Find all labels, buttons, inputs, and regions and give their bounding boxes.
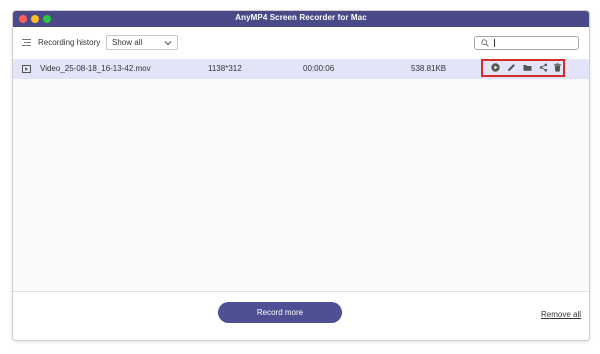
- recording-size: 538.81KB: [411, 64, 447, 73]
- recording-row[interactable]: Video_25-08-18_16-13-42.mov 1138*312 00:…: [13, 59, 589, 79]
- list-icon: [22, 39, 31, 46]
- chevron-down-icon: [164, 41, 172, 46]
- trash-icon[interactable]: [553, 63, 562, 72]
- recording-filename: Video_25-08-18_16-13-42.mov: [40, 64, 151, 73]
- share-icon[interactable]: [539, 63, 548, 72]
- video-file-icon: [22, 65, 31, 73]
- recording-list: Video_25-08-18_16-13-42.mov 1138*312 00:…: [13, 59, 589, 291]
- title-bar: AnyMP4 Screen Recorder for Mac: [13, 11, 589, 27]
- recording-duration: 00:00:06: [303, 64, 335, 73]
- search-icon: [481, 39, 489, 47]
- window-title: AnyMP4 Screen Recorder for Mac: [235, 13, 367, 22]
- remove-all-link[interactable]: Remove all: [541, 310, 581, 319]
- app-window: AnyMP4 Screen Recorder for Mac Recording…: [12, 10, 590, 341]
- toolbar: Recording history Show all: [13, 27, 589, 59]
- filter-selected-value: Show all: [112, 38, 143, 47]
- footer-bar: Record more Remove all: [13, 291, 589, 340]
- edit-icon[interactable]: [507, 63, 516, 72]
- filter-dropdown[interactable]: Show all: [106, 35, 178, 50]
- text-cursor: [494, 39, 495, 47]
- folder-icon[interactable]: [523, 63, 532, 72]
- recording-history-label: Recording history: [38, 38, 101, 47]
- recording-resolution: 1138*312: [208, 64, 242, 73]
- search-input[interactable]: [474, 36, 579, 50]
- record-more-button[interactable]: Record more: [218, 302, 342, 323]
- play-icon[interactable]: [491, 63, 500, 72]
